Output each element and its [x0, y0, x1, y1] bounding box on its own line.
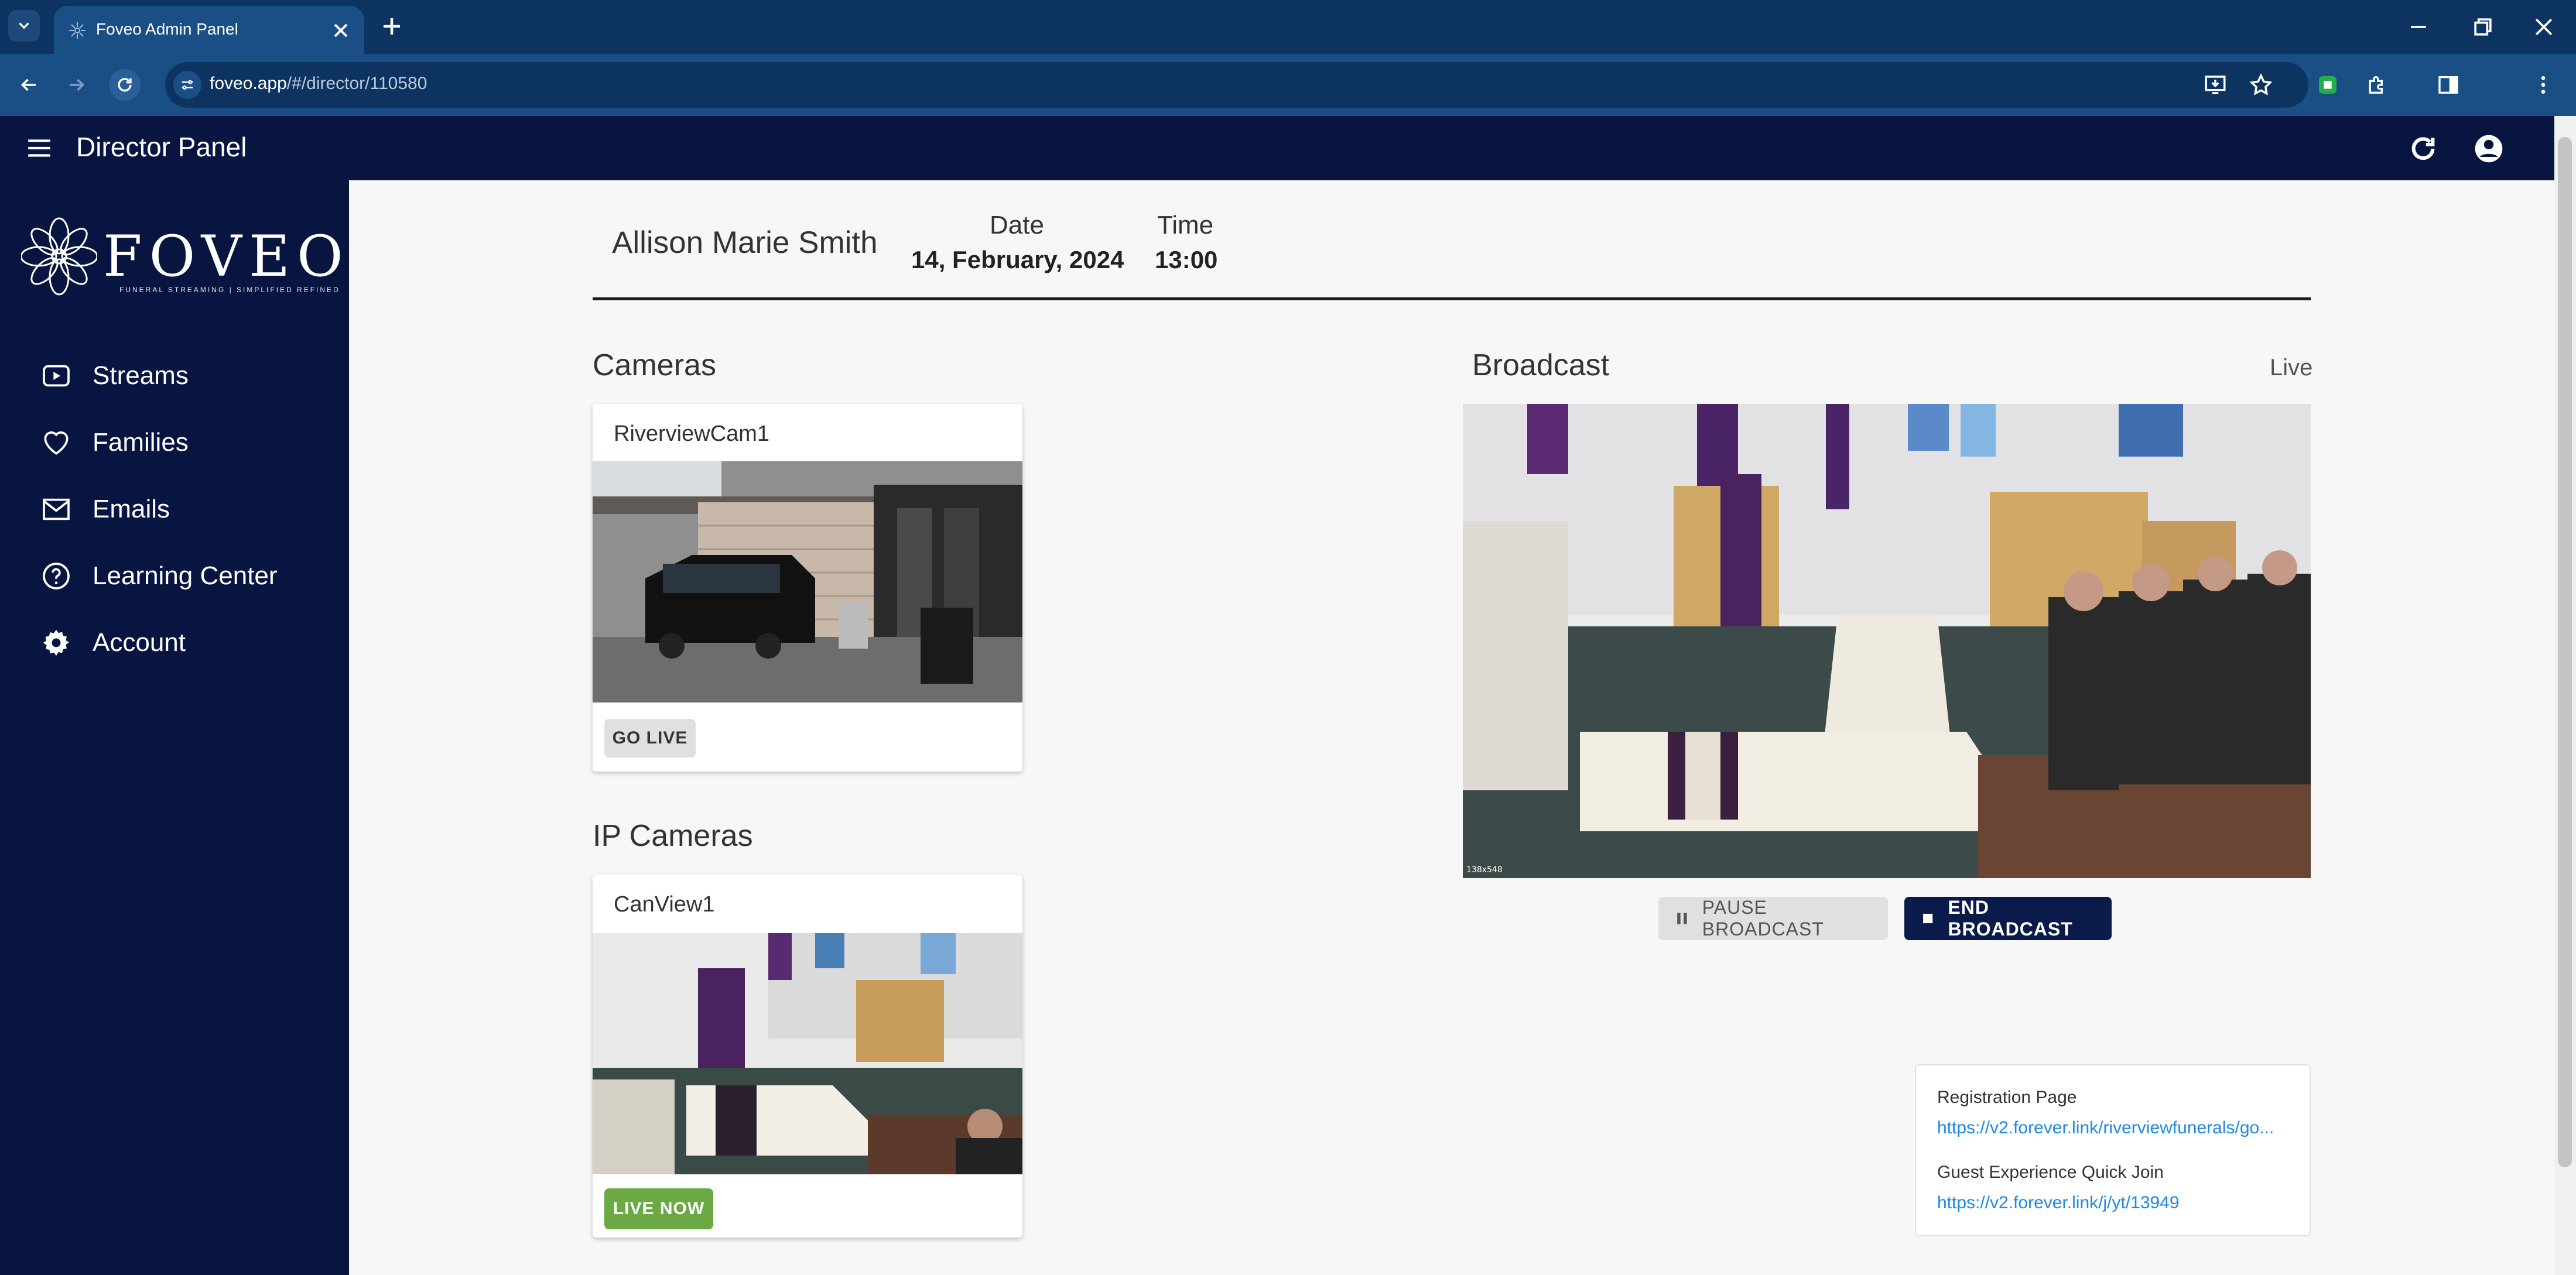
cameras-title: Cameras: [593, 348, 716, 382]
kebab-menu-icon: [2541, 76, 2546, 94]
chevron-down-icon: [19, 22, 29, 29]
minimize-icon[interactable]: [2406, 14, 2431, 40]
ip-cameras-title: IP Cameras: [593, 819, 753, 853]
pause-icon: [1677, 913, 1687, 924]
guest-quick-join-link[interactable]: https://v2.forever.link/j/yt/13949: [1937, 1193, 2288, 1213]
new-tab-icon[interactable]: [379, 14, 404, 39]
install-app-icon[interactable]: [2203, 73, 2228, 97]
registration-page-link[interactable]: https://v2.forever.link/riverviewfuneral…: [1937, 1118, 2288, 1138]
scrollbar-thumb[interactable]: [2558, 137, 2572, 1167]
hamburger-menu-icon[interactable]: [25, 133, 54, 163]
ip-camera-name: CanView1: [614, 892, 715, 917]
mail-icon: [39, 492, 74, 527]
foveo-logo: FOVEO FUNERAL STREAMING | SIMPLIFIED REF…: [21, 215, 343, 297]
tune-icon: [182, 80, 193, 90]
registration-page-label: Registration Page: [1937, 1088, 2077, 1107]
play-icon: [39, 358, 74, 393]
broadcast-overlay-text: 138x548: [1466, 865, 1503, 875]
sidebar-item-streams[interactable]: Streams: [39, 352, 331, 399]
browser-toolbar: foveo.app/#/director/110580: [0, 54, 2576, 116]
panel-icon: [2438, 76, 2458, 94]
extensions-puzzle-icon[interactable]: [2363, 71, 2390, 98]
url-path: /#/director/110580: [286, 74, 427, 93]
time-label: Time: [1157, 211, 1214, 239]
ip-camera-preview-image[interactable]: [593, 933, 1022, 1174]
date-value: 14, February, 2024: [911, 246, 1124, 273]
foveo-favicon-icon: [69, 22, 85, 39]
camera-name: RiverviewCam1: [614, 421, 770, 446]
side-panel-icon[interactable]: [2435, 71, 2462, 98]
pause-broadcast-label: PAUSE BROADCAST: [1702, 897, 1824, 940]
end-broadcast-label: END BROADCAST: [1948, 897, 2073, 940]
extension-badge-icon: [2319, 76, 2336, 94]
sidebar-item-label: Learning Center: [93, 561, 278, 590]
camera-card: RiverviewCam1 GO LIVE: [593, 404, 1022, 772]
close-tab-icon[interactable]: [329, 19, 353, 42]
reload-icon: [118, 78, 132, 92]
sidebar: FOVEO FUNERAL STREAMING | SIMPLIFIED REF…: [0, 180, 349, 1275]
broadcast-title: Broadcast: [1472, 348, 1610, 382]
date-label: Date: [990, 211, 1044, 239]
gear-icon: [39, 625, 74, 660]
app-header: Director Panel: [0, 116, 2554, 180]
forward-button[interactable]: [61, 69, 93, 101]
url-text: foveo.app/#/director/110580: [210, 74, 427, 94]
browser-tabbar: Foveo Admin Panel: [0, 0, 2576, 54]
account-circle-icon[interactable]: [2472, 132, 2505, 165]
guest-quick-join-label: Guest Experience Quick Join: [1937, 1163, 2164, 1182]
share-links-card: Registration Page https://v2.forever.lin…: [1915, 1064, 2311, 1236]
header-divider: [593, 297, 2311, 300]
logo-tagline: FUNERAL STREAMING | SIMPLIFIED REFINED: [119, 286, 340, 294]
sidebar-item-families[interactable]: Families: [39, 419, 331, 466]
reload-button[interactable]: [109, 69, 141, 101]
page-scrollbar[interactable]: [2554, 116, 2576, 1275]
camera-preview-image[interactable]: [593, 461, 1022, 702]
address-bar[interactable]: foveo.app/#/director/110580: [165, 62, 2308, 108]
refresh-icon[interactable]: [2407, 132, 2440, 165]
heart-icon: [39, 425, 74, 460]
browser-menu-icon[interactable]: [2530, 71, 2557, 98]
tab-list-button[interactable]: [8, 10, 40, 42]
broadcast-status: Live: [2270, 355, 2313, 381]
extension-green-icon[interactable]: [2314, 71, 2341, 98]
arrow-left-icon: [20, 78, 36, 91]
back-button[interactable]: [13, 69, 45, 101]
close-window-icon[interactable]: [2531, 14, 2557, 40]
sidebar-item-label: Account: [93, 628, 186, 657]
deceased-name: Allison Marie Smith: [612, 225, 878, 260]
sidebar-item-label: Families: [93, 428, 189, 457]
logo-text: FOVEO: [103, 224, 350, 289]
go-live-button[interactable]: GO LIVE: [604, 719, 696, 758]
restore-icon[interactable]: [2470, 14, 2496, 40]
sidebar-item-account[interactable]: Account: [39, 619, 331, 666]
browser-tab-active[interactable]: Foveo Admin Panel: [54, 6, 364, 54]
end-broadcast-button[interactable]: END BROADCAST: [1904, 897, 2112, 940]
live-now-button[interactable]: LIVE NOW: [604, 1188, 713, 1229]
broadcast-preview[interactable]: 138x548: [1463, 404, 2311, 878]
puzzle-icon: [2369, 76, 2383, 94]
foveo-flower-logo-icon: [21, 217, 97, 296]
url-host: foveo.app: [210, 74, 287, 93]
ip-camera-card: CanView1 LIVE NOW: [593, 875, 1022, 1238]
site-info-button[interactable]: [173, 71, 201, 99]
stop-icon: [1923, 913, 1933, 924]
bookmark-star-icon[interactable]: [2249, 73, 2273, 97]
arrow-right-icon: [70, 78, 85, 91]
time-value: 13:00: [1155, 246, 1218, 273]
tab-title: Foveo Admin Panel: [96, 20, 238, 38]
help-icon: [39, 558, 74, 594]
sidebar-item-label: Streams: [93, 361, 189, 390]
pause-broadcast-button[interactable]: PAUSE BROADCAST: [1658, 897, 1888, 940]
sidebar-item-learning-center[interactable]: Learning Center: [39, 553, 331, 599]
page-title: Director Panel: [76, 132, 247, 162]
sidebar-item-emails[interactable]: Emails: [39, 486, 331, 533]
sidebar-item-label: Emails: [93, 495, 170, 523]
